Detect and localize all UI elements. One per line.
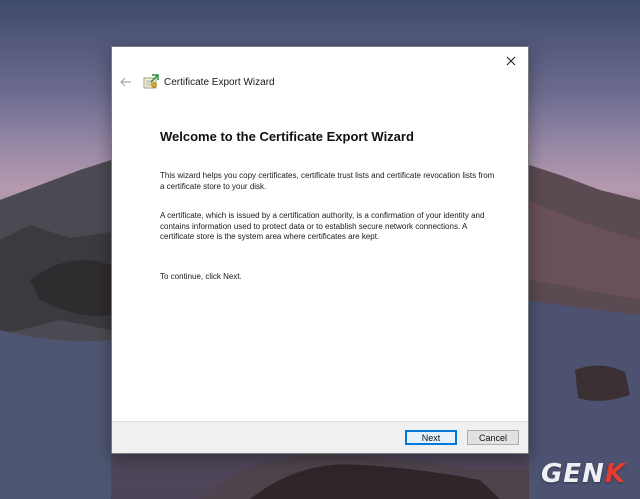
wizard-header: Certificate Export Wizard bbox=[118, 72, 275, 92]
wizard-title: Certificate Export Wizard bbox=[164, 76, 275, 88]
page-heading: Welcome to the Certificate Export Wizard bbox=[160, 129, 414, 144]
back-arrow-icon bbox=[120, 77, 131, 87]
back-button[interactable] bbox=[118, 74, 134, 90]
desktop: GENK Certificate Export Wizard Welcome t… bbox=[0, 0, 640, 499]
certificate-export-wizard-dialog: Certificate Export Wizard Welcome to the… bbox=[111, 46, 529, 454]
intro-paragraph: This wizard helps you copy certificates,… bbox=[160, 171, 495, 191]
cancel-button[interactable]: Cancel bbox=[467, 430, 519, 445]
certificate-description-paragraph: A certificate, which is issued by a cert… bbox=[160, 211, 485, 241]
next-button[interactable]: Next bbox=[405, 430, 457, 445]
close-button[interactable] bbox=[500, 51, 522, 71]
certificate-icon bbox=[143, 74, 159, 89]
genk-watermark-logo: GENK bbox=[540, 459, 626, 489]
wizard-footer: Next Cancel bbox=[112, 421, 528, 453]
wizard-content: Welcome to the Certificate Export Wizard… bbox=[160, 129, 500, 301]
continue-instruction: To continue, click Next. bbox=[160, 271, 242, 281]
close-icon bbox=[506, 56, 516, 66]
